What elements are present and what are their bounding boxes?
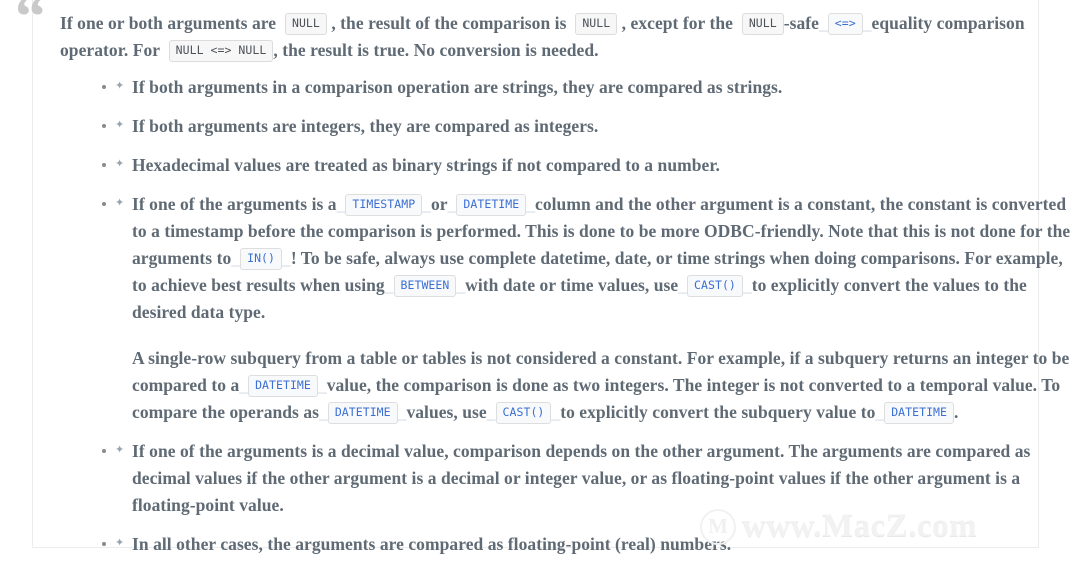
rule-text-temporal: If one of the arguments is a_ TIMESTAMP _o… [132, 194, 1071, 322]
bullet-arrow-icon: ✦ [115, 157, 125, 170]
bullet-dot-icon [102, 85, 106, 89]
list-item: ✦ In all other cases, the arguments are … [60, 531, 1071, 558]
intro-text-2: , the result of the comparison is [331, 13, 567, 33]
bullet-arrow-icon: ✦ [115, 536, 125, 549]
rule-text-other-cases: In all other cases, the arguments are co… [132, 534, 732, 554]
temporal-text-1: If one of the arguments is a [132, 194, 337, 214]
subquery-text-4: to explicitly convert the subquery value… [560, 402, 876, 422]
code-link-datetime[interactable]: DATETIME [327, 402, 398, 424]
intro-text-4: -safe [783, 13, 819, 33]
blockquote-panel: “ If one or both arguments are NULL , th… [15, 0, 1070, 554]
document-page: “ If one or both arguments are NULL , th… [0, 0, 1071, 568]
bullet-dot-icon [102, 449, 106, 453]
code-link-cast[interactable]: CAST() [687, 275, 743, 297]
bullet-arrow-icon: ✦ [115, 196, 125, 209]
bullet-arrow-icon: ✦ [115, 79, 125, 92]
document-content: If one or both arguments are NULL , the … [60, 10, 1071, 570]
code-link-cast[interactable]: CAST() [495, 402, 552, 424]
list-item: ✦ If both arguments in a comparison oper… [60, 74, 1071, 101]
intro-paragraph: If one or both arguments are NULL , the … [60, 13, 1025, 62]
code-link-datetime[interactable]: DATETIME [884, 402, 954, 424]
code-link-datetime[interactable]: DATETIME [248, 375, 318, 397]
code-token-null-safe-equals-null: NULL <=> NULL [168, 40, 274, 62]
bullet-arrow-icon: ✦ [115, 118, 125, 131]
code-link-datetime[interactable]: DATETIME [456, 194, 527, 216]
bullet-dot-icon [102, 202, 106, 206]
rule-text-subquery: A single-row subquery from a table or ta… [132, 348, 1070, 424]
rule-text-decimal: If one of the arguments is a decimal val… [132, 441, 1031, 515]
code-token-null-2: NULL [575, 13, 618, 35]
subquery-text-5: . [954, 402, 959, 422]
code-link-null-safe-operator[interactable]: <=> [827, 13, 863, 35]
temporal-text-2: or [430, 194, 448, 214]
rule-text-strings: If both arguments in a comparison operat… [132, 77, 783, 97]
intro-text-6: , the result is true. No conversion is n… [273, 40, 599, 60]
bullet-dot-icon [102, 124, 106, 128]
quotation-mark-icon: “ [15, 0, 46, 51]
code-token-null-3: NULL [741, 13, 784, 35]
list-item: ✦ If both arguments are integers, they a… [60, 113, 1071, 140]
bullet-dot-icon [102, 542, 106, 546]
list-item: ✦ If one of the arguments is a decimal v… [60, 438, 1071, 519]
code-link-in-function[interactable]: IN() [240, 248, 282, 270]
code-token-null-1: NULL [284, 13, 327, 35]
rule-text-hexadecimal: Hexadecimal values are treated as binary… [132, 155, 720, 175]
rule-text-integers: If both arguments are integers, they are… [132, 116, 599, 136]
list-item: ✦ If one of the arguments is a_ TIMESTAMP… [60, 191, 1071, 426]
code-link-between[interactable]: BETWEEN [393, 275, 457, 297]
list-item: ✦ Hexadecimal values are treated as bina… [60, 152, 1071, 179]
intro-text-3: , except for the [621, 13, 733, 33]
bullet-arrow-icon: ✦ [115, 443, 125, 456]
intro-text-1: If one or both arguments are [60, 13, 277, 33]
comparison-rules-list: ✦ If both arguments in a comparison oper… [60, 74, 1071, 558]
temporal-text-5: with date or time values, use [465, 275, 679, 295]
bullet-dot-icon [102, 163, 106, 167]
code-link-timestamp[interactable]: TIMESTAMP [345, 194, 423, 216]
subquery-text-3: values, use [406, 402, 487, 422]
